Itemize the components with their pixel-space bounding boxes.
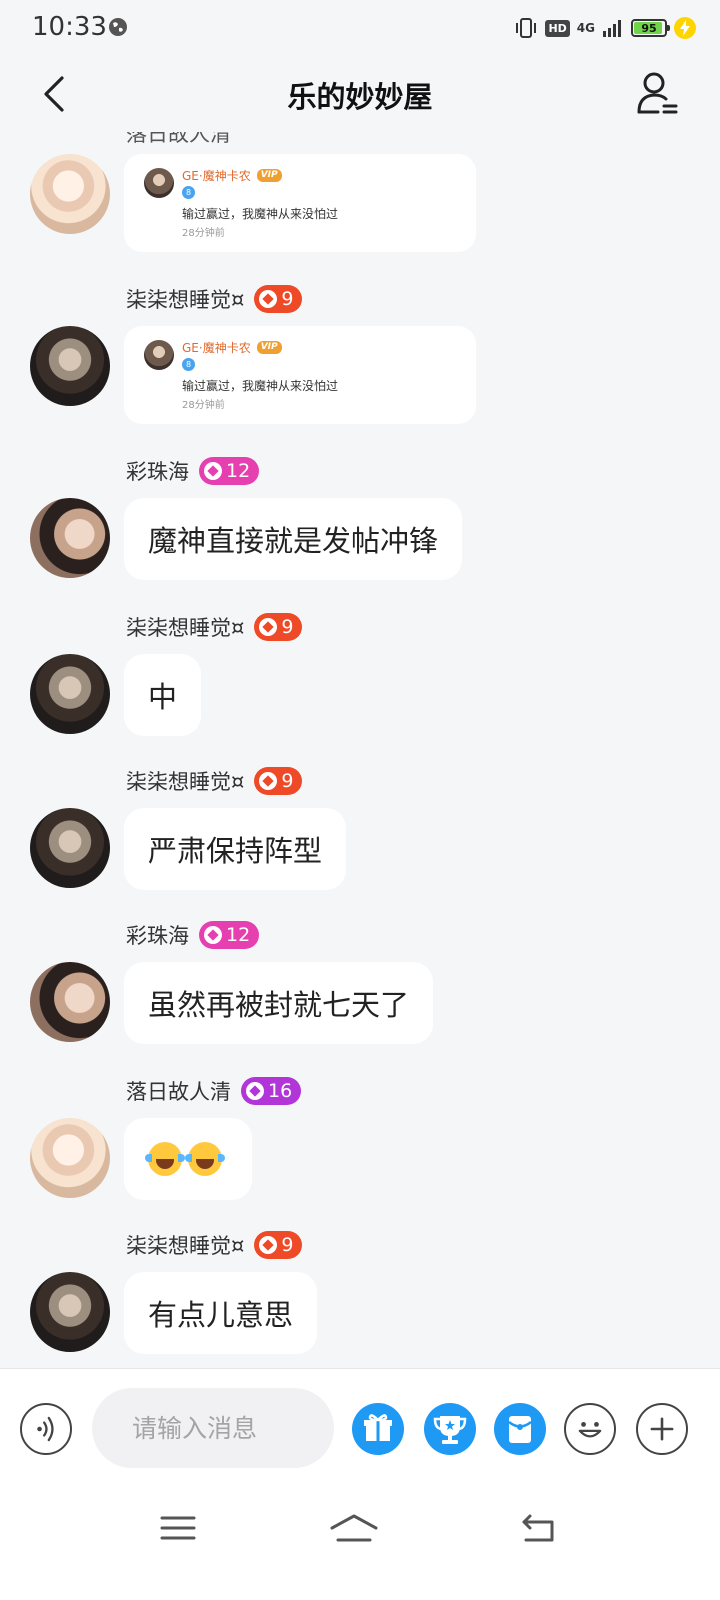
sender-name[interactable]: 彩珠海 xyxy=(126,456,189,486)
avatar[interactable] xyxy=(30,1118,110,1198)
menu-icon xyxy=(160,1516,196,1540)
diamond-icon xyxy=(259,290,278,308)
shared-post-card[interactable]: GE·魔神卡农 VIP 8 输过赢过，我魔神从来没怕过 28分钟前 xyxy=(124,326,476,424)
charging-icon xyxy=(674,17,696,39)
system-nav-bar xyxy=(0,1488,720,1600)
diamond-icon xyxy=(204,462,222,480)
gift-button[interactable] xyxy=(352,1403,404,1455)
level-badge: 12 xyxy=(199,921,260,949)
message-bubble[interactable] xyxy=(124,1118,252,1200)
level-badge: 16 xyxy=(241,1077,302,1105)
avatar[interactable] xyxy=(30,326,110,406)
group-members-icon[interactable] xyxy=(636,70,678,116)
card-avatar xyxy=(144,340,174,370)
avatar[interactable] xyxy=(30,154,110,234)
message-bubble[interactable]: 严肃保持阵型 xyxy=(124,808,347,890)
home-button[interactable] xyxy=(328,1506,380,1550)
status-time: 10:33 xyxy=(32,12,107,42)
red-envelope-button[interactable] xyxy=(494,1403,546,1455)
avatar[interactable] xyxy=(30,498,110,578)
hd-indicator: HD xyxy=(545,19,570,37)
battery-level: 95 xyxy=(641,21,657,35)
chat-header: 乐的妙妙屋 xyxy=(0,56,720,132)
level-badge: 12 xyxy=(199,457,260,485)
sender-name[interactable]: 柒柒想睡觉¤ xyxy=(126,1230,244,1260)
sender-row: 柒柒想睡觉¤ 9 xyxy=(126,766,303,796)
card-text: 输过赢过，我魔神从来没怕过 xyxy=(182,207,339,221)
diamond-icon xyxy=(259,618,278,636)
message-list[interactable]: 落日故人清 GE·魔神卡农 VIP 8 输过赢过，我魔神从来没怕过 28分钟前 … xyxy=(0,132,720,1396)
sender-name[interactable]: 柒柒想睡觉¤ xyxy=(126,284,244,314)
sender-row: 柒柒想睡觉¤ 9 xyxy=(126,1230,303,1260)
diamond-icon xyxy=(259,1236,278,1254)
system-back-button[interactable] xyxy=(516,1506,560,1550)
sender-row: 彩珠海 12 xyxy=(126,920,260,950)
card-author-name: GE·魔神卡农 VIP xyxy=(182,339,282,356)
card-level-badge: 8 xyxy=(182,358,195,371)
level-badge: 9 xyxy=(254,1231,303,1259)
more-button[interactable] xyxy=(636,1403,688,1455)
sender-name[interactable]: 柒柒想睡觉¤ xyxy=(126,612,244,642)
card-time: 28分钟前 xyxy=(182,228,225,239)
home-icon xyxy=(330,1514,378,1542)
sender-name[interactable]: 彩珠海 xyxy=(126,920,189,950)
sender-row: 柒柒想睡觉¤ 9 xyxy=(126,284,303,314)
card-level-badge: 8 xyxy=(182,186,195,199)
message-bubble[interactable]: 魔神直接就是发帖冲锋 xyxy=(124,498,463,580)
sender-row: 落日故人清 16 xyxy=(126,1076,302,1106)
message-bubble[interactable]: 虽然再被封就七天了 xyxy=(124,962,434,1044)
globe-icon xyxy=(109,18,127,36)
battery-icon: 95 xyxy=(631,19,670,37)
trophy-button[interactable] xyxy=(424,1403,476,1455)
avatar[interactable] xyxy=(30,962,110,1042)
avatar[interactable] xyxy=(30,654,110,734)
shared-post-card[interactable]: GE·魔神卡农 VIP 8 输过赢过，我魔神从来没怕过 28分钟前 xyxy=(124,154,476,252)
message-bubble[interactable]: 有点儿意思 xyxy=(124,1272,318,1354)
diamond-icon xyxy=(204,926,222,944)
level-badge: 9 xyxy=(254,613,303,641)
trophy-icon xyxy=(433,1416,467,1444)
card-time: 28分钟前 xyxy=(182,400,225,411)
plus-icon xyxy=(650,1417,674,1441)
sender-name: 落日故人清 xyxy=(126,132,231,146)
level-badge: 9 xyxy=(254,285,303,313)
tears-of-joy-emoji-icon xyxy=(185,1142,225,1176)
tears-of-joy-emoji-icon xyxy=(145,1142,185,1176)
emoji-icon xyxy=(578,1421,602,1438)
sender-name[interactable]: 柒柒想睡觉¤ xyxy=(126,766,244,796)
card-text: 输过赢过，我魔神从来没怕过 xyxy=(182,379,339,393)
avatar[interactable] xyxy=(30,1272,110,1352)
signal-icon xyxy=(603,20,621,37)
message-bubble[interactable]: 中 xyxy=(124,654,202,736)
vip-badge: VIP xyxy=(256,169,282,182)
recent-apps-button[interactable] xyxy=(156,1506,200,1550)
message-input[interactable] xyxy=(92,1388,334,1468)
envelope-icon xyxy=(508,1416,532,1443)
sender-row: 柒柒想睡觉¤ 9 xyxy=(126,612,303,642)
emoji-button[interactable] xyxy=(564,1403,616,1455)
voice-button[interactable] xyxy=(20,1403,72,1455)
status-icons: HD 4G 95 xyxy=(514,14,696,42)
card-author-name: GE·魔神卡农 VIP xyxy=(182,167,282,184)
status-bar: 10:33 HD 4G 95 xyxy=(0,0,720,56)
network-type: 4G xyxy=(576,21,595,35)
avatar[interactable] xyxy=(30,808,110,888)
card-avatar xyxy=(144,168,174,198)
diamond-icon xyxy=(259,772,278,790)
sender-name[interactable]: 落日故人清 xyxy=(126,1076,231,1106)
chat-title: 乐的妙妙屋 xyxy=(287,80,433,114)
diamond-icon xyxy=(246,1082,264,1100)
sender-row: 彩珠海 12 xyxy=(126,456,260,486)
input-bar xyxy=(0,1368,720,1488)
voice-icon xyxy=(37,1416,54,1442)
level-badge: 9 xyxy=(254,767,303,795)
vip-badge: VIP xyxy=(256,341,282,354)
back-icon xyxy=(522,1514,554,1542)
vibrate-icon xyxy=(516,18,537,38)
gift-icon xyxy=(364,1414,392,1441)
